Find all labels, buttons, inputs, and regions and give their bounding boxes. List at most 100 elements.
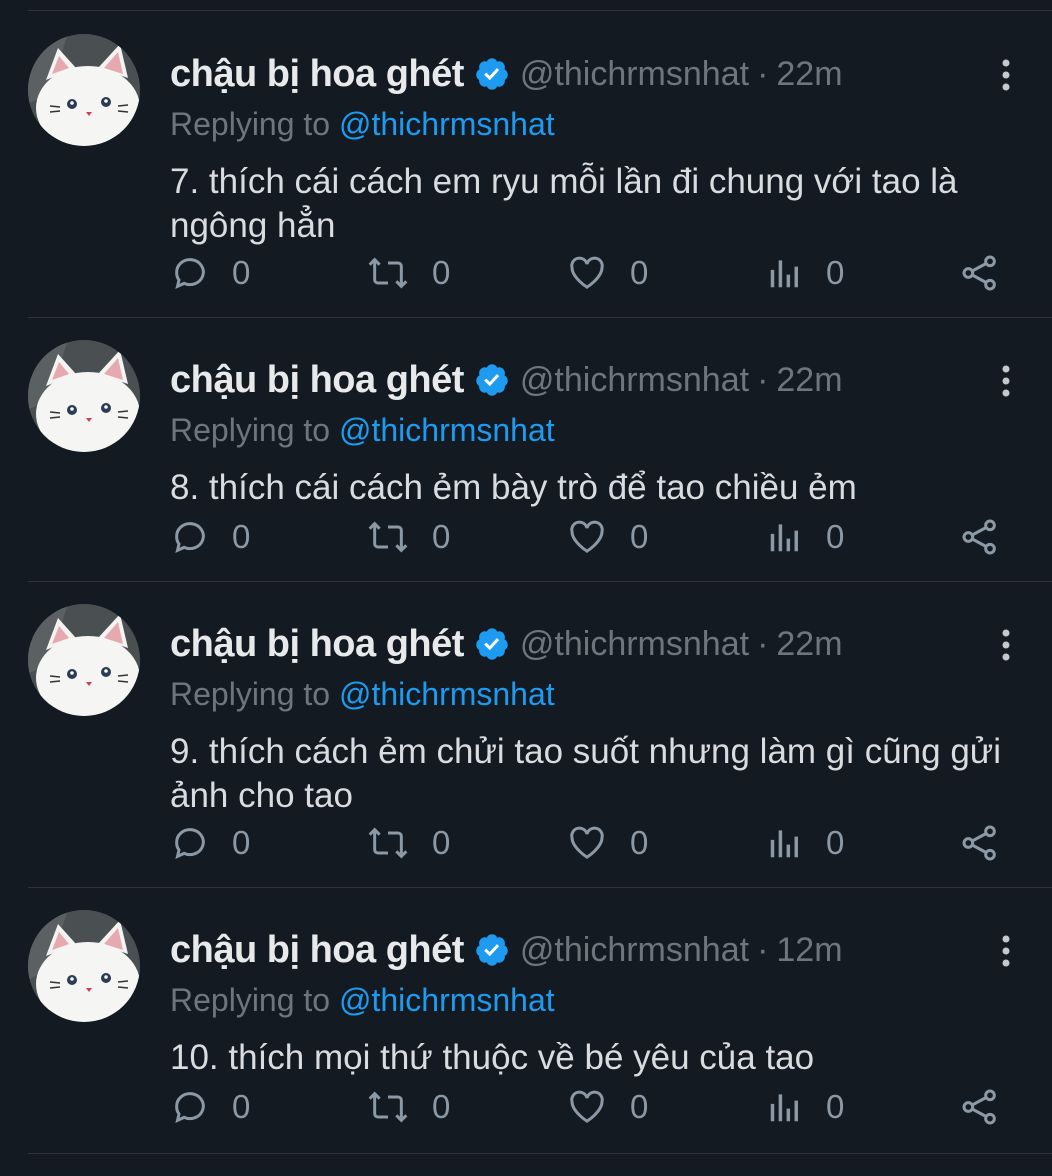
tweet[interactable]: chậu bị hoa ghét @thichrmsnhat · 22m Rep… — [0, 318, 1052, 582]
share-icon — [962, 1089, 996, 1125]
verified-badge-icon — [476, 934, 508, 966]
views-icon — [770, 830, 798, 858]
views-icon — [770, 524, 798, 552]
views-icon — [770, 1094, 798, 1122]
retweet-icon — [368, 1091, 408, 1123]
top-divider — [28, 10, 1052, 11]
views-button[interactable]: 0 — [766, 818, 844, 868]
avatar[interactable] — [28, 910, 140, 1022]
separator-dot: · — [757, 624, 769, 663]
views-count: 0 — [826, 824, 845, 861]
like-button[interactable]: 0 — [566, 1082, 648, 1132]
tweet[interactable]: chậu bị hoa ghét @thichrmsnhat · 22m Rep… — [0, 582, 1052, 888]
display-name[interactable]: chậu bị hoa ghét — [170, 359, 464, 402]
more-icon[interactable] — [1000, 934, 1012, 968]
heart-icon — [570, 256, 604, 289]
share-button[interactable] — [960, 248, 1000, 298]
replying-to: Replying to @thichrmsnhat — [170, 676, 555, 713]
views-icon — [770, 260, 798, 288]
retweet-button[interactable]: 0 — [366, 1082, 450, 1132]
action-bar: 0 0 0 0 — [170, 818, 1010, 868]
replying-mention[interactable]: @thichrmsnhat — [339, 676, 555, 712]
tweet[interactable]: chậu bị hoa ghét @thichrmsnhat · 22m Rep… — [0, 12, 1052, 318]
retweet-button[interactable]: 0 — [366, 512, 450, 562]
timestamp[interactable]: 12m — [776, 931, 842, 970]
handle[interactable]: @thichrmsnhat — [520, 361, 749, 400]
like-button[interactable]: 0 — [566, 818, 648, 868]
more-icon[interactable] — [1000, 628, 1012, 662]
views-button[interactable]: 0 — [766, 1082, 844, 1132]
tweet[interactable]: chậu bị hoa ghét @thichrmsnhat · 12m Rep… — [0, 888, 1052, 1154]
display-name[interactable]: chậu bị hoa ghét — [170, 929, 464, 972]
heart-icon — [570, 520, 604, 553]
handle[interactable]: @thichrmsnhat — [520, 931, 749, 970]
share-button[interactable] — [960, 818, 1000, 868]
reply-button[interactable]: 0 — [170, 818, 250, 868]
like-button[interactable]: 0 — [566, 512, 648, 562]
replying-to: Replying to @thichrmsnhat — [170, 106, 555, 143]
reply-icon — [175, 1092, 205, 1123]
tweet-header: chậu bị hoa ghét @thichrmsnhat · 22m — [170, 46, 843, 102]
replying-to: Replying to @thichrmsnhat — [170, 412, 555, 449]
share-icon — [962, 255, 996, 291]
tweet-text: 7. thích cái cách em ryu mỗi lần đi chun… — [170, 162, 958, 245]
share-button[interactable] — [960, 1082, 1000, 1132]
views-button[interactable]: 0 — [766, 512, 844, 562]
avatar[interactable] — [28, 34, 140, 146]
replying-mention[interactable]: @thichrmsnhat — [339, 982, 555, 1018]
share-button[interactable] — [960, 512, 1000, 562]
reply-button[interactable]: 0 — [170, 512, 250, 562]
share-icon — [962, 825, 996, 861]
share-icon — [962, 519, 996, 555]
handle[interactable]: @thichrmsnhat — [520, 625, 749, 664]
retweet-count: 0 — [432, 1088, 451, 1125]
display-name[interactable]: chậu bị hoa ghét — [170, 53, 464, 96]
like-button[interactable]: 0 — [566, 248, 648, 298]
like-count: 0 — [630, 254, 649, 291]
heart-icon — [570, 1090, 604, 1123]
retweet-count: 0 — [432, 254, 451, 291]
timestamp[interactable]: 22m — [776, 55, 842, 94]
verified-badge-icon — [476, 364, 508, 396]
reply-count: 0 — [232, 824, 251, 861]
retweet-button[interactable]: 0 — [366, 818, 450, 868]
retweet-icon — [368, 827, 408, 859]
replying-prefix: Replying to — [170, 106, 331, 142]
views-button[interactable]: 0 — [766, 248, 844, 298]
reply-count: 0 — [232, 518, 251, 555]
retweet-button[interactable]: 0 — [366, 248, 450, 298]
display-name[interactable]: chậu bị hoa ghét — [170, 623, 464, 666]
action-bar: 0 0 0 0 — [170, 512, 1010, 562]
handle[interactable]: @thichrmsnhat — [520, 55, 749, 94]
more-icon[interactable] — [1000, 364, 1012, 398]
retweet-icon — [368, 521, 408, 553]
replying-prefix: Replying to — [170, 676, 331, 712]
verified-badge-icon — [476, 58, 508, 90]
like-count: 0 — [630, 824, 649, 861]
separator-dot: · — [757, 54, 769, 93]
timestamp[interactable]: 22m — [776, 625, 842, 664]
replying-prefix: Replying to — [170, 982, 331, 1018]
separator-dot: · — [757, 930, 769, 969]
avatar[interactable] — [28, 604, 140, 716]
replying-to: Replying to @thichrmsnhat — [170, 982, 555, 1019]
replying-mention[interactable]: @thichrmsnhat — [339, 106, 555, 142]
replying-mention[interactable]: @thichrmsnhat — [339, 412, 555, 448]
verified-badge-icon — [476, 628, 508, 660]
more-icon[interactable] — [1000, 58, 1012, 92]
reply-count: 0 — [232, 254, 251, 291]
timestamp[interactable]: 22m — [776, 361, 842, 400]
action-bar: 0 0 0 0 — [170, 248, 1010, 298]
tweet-text: 10. thích mọi thứ thuộc về bé yêu của ta… — [170, 1038, 815, 1077]
views-count: 0 — [826, 1088, 845, 1125]
retweet-count: 0 — [432, 518, 451, 555]
tweet-header: chậu bị hoa ghét @thichrmsnhat · 22m — [170, 352, 843, 408]
reply-button[interactable]: 0 — [170, 1082, 250, 1132]
avatar[interactable] — [28, 340, 140, 452]
heart-icon — [570, 826, 604, 859]
separator-dot: · — [757, 360, 769, 399]
like-count: 0 — [630, 518, 649, 555]
retweet-icon — [368, 257, 408, 289]
reply-count: 0 — [232, 1088, 251, 1125]
reply-button[interactable]: 0 — [170, 248, 250, 298]
